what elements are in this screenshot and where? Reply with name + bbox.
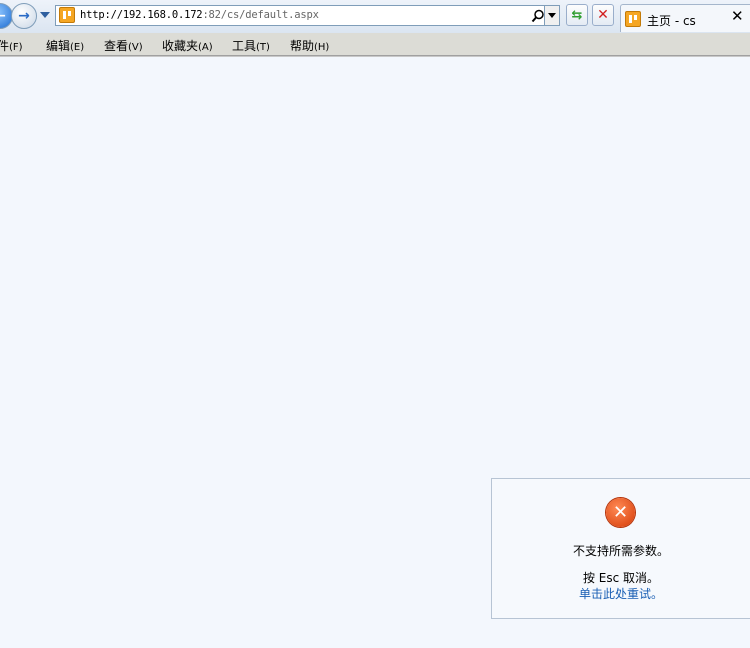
error-message: 不支持所需参数。 [572,544,669,558]
refresh-button[interactable]: ⇆ [566,4,588,26]
retry-link[interactable]: 单击此处重试。 [492,585,750,602]
menu-edit[interactable]: 编辑(E) [46,37,84,54]
navigation-bar: ← → http://192.168.0.172:82/cs/default.a… [0,0,750,33]
menu-file[interactable]: 件(F) [0,37,23,54]
address-dropdown-button[interactable] [544,6,559,25]
recent-pages-dropdown[interactable] [40,12,50,18]
browser-tab[interactable]: 主页 - cs ✕ [620,4,750,32]
tab-favicon-icon [625,11,641,27]
site-favicon-icon [59,7,75,23]
stop-icon: ✕ [597,7,609,23]
error-x-icon: ✕ [606,498,635,527]
refresh-icon: ⇆ [571,7,583,23]
url-host: http://192.168.0.172 [80,9,203,21]
menu-tools[interactable]: 工具(T) [232,37,270,54]
address-url[interactable]: http://192.168.0.172:82/cs/default.aspx [80,9,319,21]
forward-arrow-icon: → [18,8,30,24]
back-arrow-icon: ← [0,9,6,23]
address-bar[interactable]: http://192.168.0.172:82/cs/default.aspx [55,5,560,26]
url-path: :82/cs/default.aspx [202,9,319,21]
stop-button[interactable]: ✕ [592,4,614,26]
menu-view[interactable]: 查看(V) [104,37,143,54]
menu-bar: 件(F) 编辑(E) 查看(V) 收藏夹(A) 工具(T) 帮助(H) [0,33,750,56]
menu-favorites[interactable]: 收藏夹(A) [162,37,213,54]
close-icon[interactable]: ✕ [731,9,744,24]
esc-cancel-text: 按 Esc 取消。 [582,571,660,585]
tab-title: 主页 - cs [647,14,696,28]
error-notification: ✕ 不支持所需参数。 按 Esc 取消。 单击此处重试。 [491,478,750,619]
chevron-down-icon [548,13,556,18]
forward-button[interactable]: → [11,3,37,29]
menu-help[interactable]: 帮助(H) [290,37,329,54]
